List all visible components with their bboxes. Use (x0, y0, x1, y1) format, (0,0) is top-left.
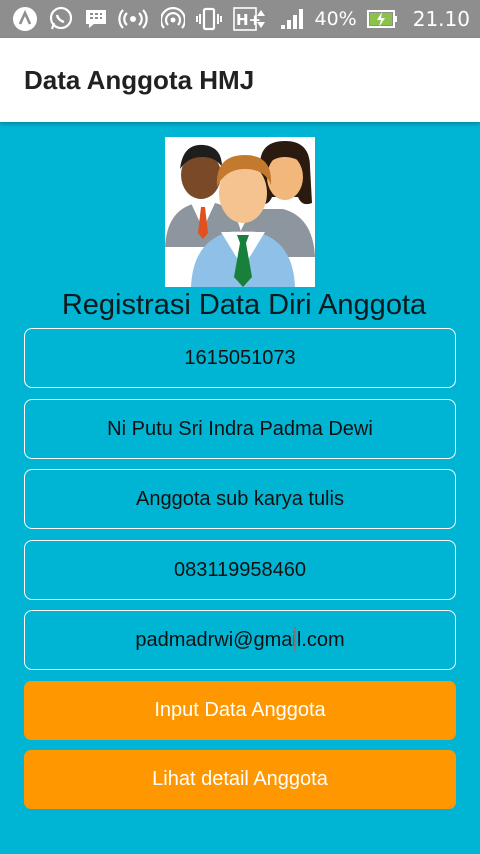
input-data-button[interactable]: Input Data Anggota (24, 681, 456, 740)
network-type-label: H+ (236, 11, 261, 29)
bbm-icon (84, 7, 108, 31)
registration-form: Registrasi Data Diri Anggota 1615051073 … (0, 122, 480, 854)
signal-icon (279, 7, 305, 31)
name-field[interactable]: Ni Putu Sri Indra Padma Dewi (24, 399, 456, 459)
status-right-icons: H+ 40% 21.10 (160, 7, 470, 31)
people-group-icon (165, 141, 315, 287)
email-field-value: padmadrwi@gmail.com (135, 628, 345, 651)
status-bar: H+ 40% 21.10 (0, 0, 480, 38)
network-type-icon: H+ (232, 7, 269, 31)
form-heading: Registrasi Data Diri Anggota (61, 289, 427, 321)
app-title: Data Anggota HMJ (24, 64, 255, 95)
status-left-icons (12, 6, 148, 31)
text-cursor (294, 627, 296, 651)
broadcast-icon (118, 7, 148, 31)
app-bar: Data Anggota HMJ (0, 38, 480, 122)
nim-field[interactable]: 1615051073 (24, 328, 456, 388)
view-detail-button[interactable]: Lihat detail Anggota (24, 750, 456, 809)
position-field[interactable]: Anggota sub karya tulis (24, 469, 456, 529)
battery-percent: 40% (314, 8, 357, 30)
phone-field[interactable]: 083119958460 (24, 540, 456, 600)
whatsapp-icon (48, 6, 74, 31)
hotspot-icon (160, 7, 185, 31)
app-a-icon (12, 7, 38, 31)
clock-time: 21.10 (412, 7, 470, 31)
members-group-image (165, 137, 315, 287)
email-field[interactable]: padmadrwi@gmail.com (24, 610, 456, 670)
battery-charging-icon (366, 7, 399, 31)
vibrate-icon (195, 7, 223, 31)
